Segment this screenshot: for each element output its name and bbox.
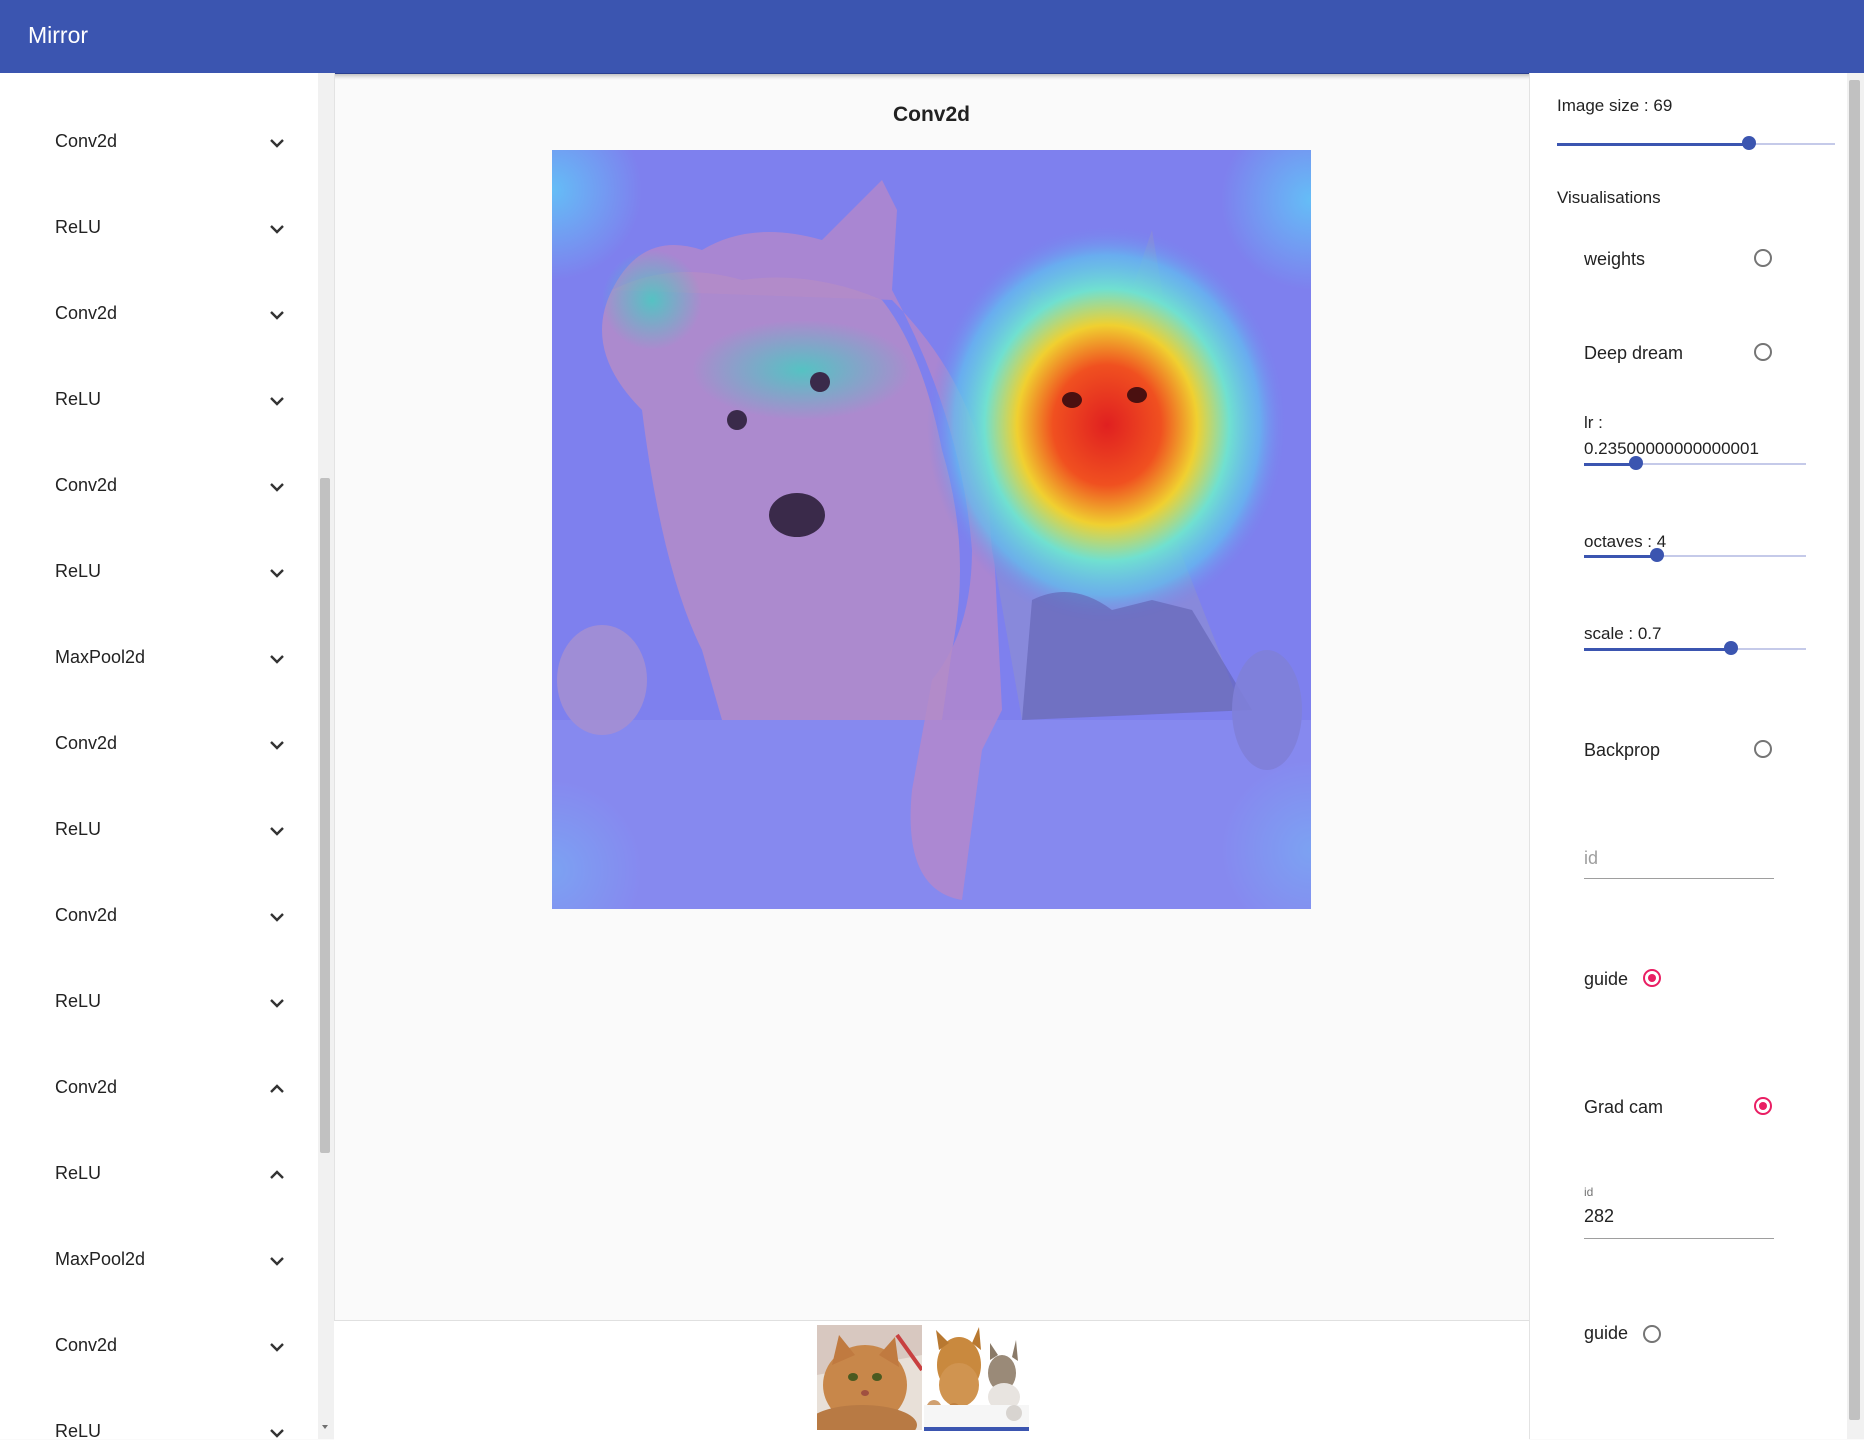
gradcam-label: Grad cam — [1584, 1097, 1664, 1117]
layer-label: ReLU — [55, 389, 102, 409]
layer-label: Conv2d — [55, 303, 118, 323]
layer-item[interactable]: MaxPool2d — [0, 1220, 318, 1306]
weights-label: weights — [1584, 249, 1646, 269]
chevron-down-icon[interactable] — [268, 1338, 286, 1356]
chevron-up-icon[interactable] — [268, 1166, 286, 1184]
gradcam-id-value: 282 — [1584, 1206, 1615, 1226]
backprop-guide-radio[interactable] — [1643, 969, 1661, 987]
layer-label: Conv2d — [55, 475, 118, 495]
layer-item[interactable]: ReLU — [0, 1392, 318, 1439]
chevron-up-icon[interactable] — [268, 1080, 286, 1098]
layer-item[interactable]: ReLU — [0, 962, 318, 1048]
chevron-down-icon[interactable] — [268, 908, 286, 926]
thumbnail-dog-and-cat-image[interactable] — [924, 1325, 1029, 1430]
image-size-label: Image size : 69 — [1557, 96, 1673, 115]
chevron-down-icon[interactable] — [268, 1424, 286, 1439]
backprop-label: Backprop — [1584, 740, 1661, 760]
layer-item[interactable]: ReLU — [0, 188, 318, 274]
layer-item[interactable]: ReLU — [0, 532, 318, 618]
scale-label: scale : 0.7 — [1584, 624, 1662, 643]
layer-item[interactable]: Conv2d — [0, 274, 318, 360]
layer-label: ReLU — [55, 561, 102, 581]
scroll-down-arrow-icon[interactable] — [320, 1422, 330, 1432]
layer-item[interactable]: ReLU — [0, 360, 318, 446]
layer-item[interactable]: ReLU — [0, 790, 318, 876]
chevron-down-icon[interactable] — [268, 134, 286, 152]
chevron-down-icon[interactable] — [268, 478, 286, 496]
chevron-down-icon[interactable] — [268, 736, 286, 754]
gradcam-heatmap-image — [552, 150, 1311, 909]
visualisations-heading: Visualisations — [1557, 188, 1661, 207]
layer-item[interactable]: Conv2d — [0, 1048, 318, 1134]
layer-item[interactable]: MaxPool2d — [0, 618, 318, 704]
gradcam-radio[interactable] — [1754, 1097, 1772, 1115]
backprop-radio[interactable] — [1754, 740, 1772, 758]
gradcam-guide-label: guide — [1584, 1323, 1629, 1343]
layer-item[interactable]: ReLU — [0, 1134, 318, 1220]
layer-label: Conv2d — [55, 733, 118, 753]
settings-panel: Image size : 69 Visualisations weights D… — [1529, 73, 1864, 1439]
app-bar: Mirror — [0, 0, 1864, 74]
chevron-down-icon[interactable] — [268, 564, 286, 582]
gradcam-id-input[interactable]: 282 — [1584, 1206, 1774, 1239]
chevron-down-icon[interactable] — [268, 220, 286, 238]
layer-label: ReLU — [55, 819, 102, 839]
layer-label: MaxPool2d — [55, 647, 146, 667]
weights-radio[interactable] — [1754, 249, 1772, 267]
layer-label: MaxPool2d — [55, 1249, 146, 1269]
layer-item[interactable]: Conv2d — [0, 876, 318, 962]
backprop-id-input[interactable]: id — [1584, 848, 1774, 879]
layer-label: ReLU — [55, 1163, 102, 1183]
deep-dream-radio[interactable] — [1754, 343, 1772, 361]
lr-value: 0.23500000000000001 — [1584, 439, 1759, 458]
selected-thumbnail-indicator — [924, 1427, 1029, 1431]
layer-label: Conv2d — [55, 1077, 118, 1097]
layer-label: ReLU — [55, 1421, 102, 1439]
layer-label: Conv2d — [55, 1335, 118, 1355]
layer-label: ReLU — [55, 217, 102, 237]
layer-item[interactable]: Conv2d — [0, 1306, 318, 1392]
layer-label: Conv2d — [55, 905, 118, 925]
settings-scrollbar-thumb[interactable] — [1849, 80, 1860, 1420]
chevron-down-icon[interactable] — [268, 994, 286, 1012]
thumbnail-cat-image[interactable] — [817, 1325, 922, 1430]
layer-item[interactable]: Conv2d — [0, 102, 318, 188]
backprop-id-placeholder: id — [1584, 848, 1599, 868]
chevron-down-icon[interactable] — [268, 650, 286, 668]
gradcam-id-label: id — [1584, 1185, 1594, 1199]
deep-dream-label: Deep dream — [1584, 343, 1684, 363]
chevron-down-icon[interactable] — [268, 306, 286, 324]
app-title: Mirror — [28, 22, 89, 48]
chevron-down-icon[interactable] — [268, 1252, 286, 1270]
chevron-down-icon[interactable] — [268, 822, 286, 840]
layer-label: ReLU — [55, 991, 102, 1011]
sidebar-scrollbar-thumb[interactable] — [320, 478, 330, 1153]
layers-sidebar: Conv2d ReLU Conv2d ReLU Conv2d ReLU MaxPool2d C… — [0, 73, 335, 1439]
layer-label: Conv2d — [55, 131, 118, 151]
lr-label: lr : — [1584, 413, 1603, 432]
gradcam-guide-radio[interactable] — [1643, 1325, 1661, 1343]
backprop-guide-label: guide — [1584, 969, 1629, 989]
chevron-down-icon[interactable] — [268, 392, 286, 410]
layer-item[interactable]: Conv2d — [0, 704, 318, 790]
layer-item[interactable]: Conv2d — [0, 446, 318, 532]
layer-title: Conv2d — [892, 103, 970, 126]
